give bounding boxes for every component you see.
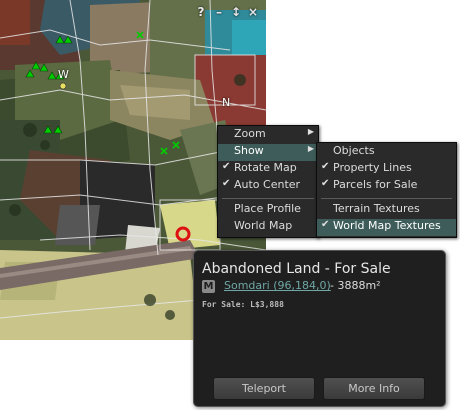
menu-item-label: World Map Textures [333, 219, 441, 232]
maturity-rating-badge: M [202, 280, 215, 293]
menu-item-rotate-map[interactable]: ✔ Rotate Map [218, 161, 318, 178]
menu-item-label: Auto Center [234, 178, 301, 191]
resize-icon[interactable]: ↕ [229, 4, 243, 20]
menu-item-label: Show [234, 144, 264, 157]
menu-separator [321, 198, 452, 199]
menu-separator [222, 198, 314, 199]
menu-item-label: World Map [234, 219, 293, 232]
checkmark-icon: ✔ [321, 178, 330, 189]
menu-item-label: Place Profile [234, 202, 301, 215]
menu-item-label: Property Lines [333, 161, 412, 174]
parcel-title: Abandoned Land - For Sale [202, 261, 391, 277]
menu-item-label: Objects [333, 144, 375, 157]
menu-item-objects[interactable]: Objects [317, 144, 456, 161]
compass-west-label: W [58, 68, 69, 81]
checkmark-icon: ✔ [321, 161, 330, 172]
menu-item-zoom[interactable]: Zoom ▶ [218, 127, 318, 144]
menu-item-place-profile[interactable]: Place Profile [218, 202, 318, 219]
menu-item-show[interactable]: Show ▶ [218, 144, 318, 161]
checkmark-icon: ✔ [321, 219, 330, 230]
region-location-link[interactable]: Somdari (96,184,0) [224, 279, 331, 292]
teleport-button[interactable]: Teleport [213, 377, 315, 400]
compass-north-label: N [222, 96, 231, 109]
menu-item-property-lines[interactable]: ✔ Property Lines [317, 161, 456, 178]
parcel-area: - 3888m² [330, 279, 381, 292]
menu-item-auto-center[interactable]: ✔ Auto Center [218, 178, 318, 195]
menu-item-parcels-for-sale[interactable]: ✔ Parcels for Sale [317, 178, 456, 195]
checkmark-icon: ✔ [222, 178, 231, 189]
help-icon[interactable]: ? [194, 4, 208, 20]
menu-item-label: Zoom [234, 127, 266, 140]
menu-item-label: Rotate Map [234, 161, 297, 174]
sale-price: For Sale: L$3,888 [202, 300, 284, 309]
menu-item-terrain-textures[interactable]: Terrain Textures [317, 202, 456, 219]
submenu-arrow-icon: ▶ [307, 127, 314, 136]
menu-item-label: Terrain Textures [333, 202, 420, 215]
close-icon[interactable]: × [246, 4, 260, 20]
menu-item-label: Parcels for Sale [333, 178, 418, 191]
menu-item-world-map[interactable]: World Map [218, 219, 318, 236]
show-submenu: Objects ✔ Property Lines ✔ Parcels for S… [316, 142, 457, 238]
submenu-arrow-icon: ▶ [307, 144, 314, 153]
map-context-menu: Zoom ▶ Show ▶ ✔ Rotate Map ✔ Auto Center… [217, 125, 319, 238]
more-info-button[interactable]: More Info [323, 377, 425, 400]
minimize-icon[interactable]: – [212, 4, 226, 20]
parcel-info-panel: Abandoned Land - For Sale M Somdari (96,… [193, 250, 446, 407]
menu-item-world-map-textures[interactable]: ✔ World Map Textures [317, 219, 456, 236]
checkmark-icon: ✔ [222, 161, 231, 172]
